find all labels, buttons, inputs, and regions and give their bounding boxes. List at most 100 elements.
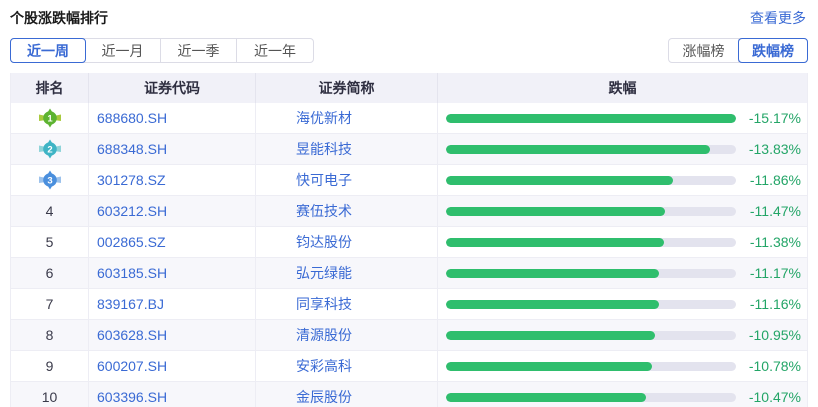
rank-medal-icon: 1 <box>38 108 62 128</box>
rank-number: 9 <box>46 358 54 374</box>
stock-code: 839167.BJ <box>89 289 256 319</box>
change-bar-track <box>446 114 736 123</box>
change-cell: -10.95% <box>438 320 807 350</box>
change-percent: -13.83% <box>736 141 801 157</box>
change-cell: -10.78% <box>438 351 807 381</box>
rank-cell: 1 8 <box>11 320 89 350</box>
stock-code: 603185.SH <box>89 258 256 288</box>
svg-text:2: 2 <box>47 144 52 155</box>
change-percent: -10.47% <box>736 389 801 405</box>
change-bar-track <box>446 362 736 371</box>
stock-code: 002865.SZ <box>89 227 256 257</box>
table-row[interactable]: 1 8 603628.SH 清源股份 -10.95% <box>11 320 807 351</box>
rank-cell: 2 <box>11 134 89 164</box>
change-cell: -11.16% <box>438 289 807 319</box>
header-rank: 排名 <box>11 73 89 103</box>
tab-last-month[interactable]: 近一月 <box>85 39 161 62</box>
tab-losers[interactable]: 跌幅榜 <box>738 38 808 63</box>
stock-name: 赛伍技术 <box>256 196 438 226</box>
change-percent: -11.38% <box>736 234 801 250</box>
change-bar-fill <box>446 238 664 247</box>
page-title: 个股涨跌幅排行 <box>10 8 108 28</box>
rank-cell: 1 6 <box>11 258 89 288</box>
change-percent: -10.95% <box>736 327 801 343</box>
rank-number: 8 <box>46 327 54 343</box>
tab-last-quarter[interactable]: 近一季 <box>161 39 237 62</box>
change-bar-fill <box>446 114 736 123</box>
stock-ranking-widget: 个股涨跌幅排行 查看更多 近一周 近一月 近一季 近一年 涨幅榜 跌幅榜 排名 … <box>0 0 818 407</box>
change-cell: -11.86% <box>438 165 807 195</box>
view-more-link[interactable]: 查看更多 <box>750 8 806 28</box>
change-bar-track <box>446 176 736 185</box>
rank-medal-icon: 2 <box>38 139 62 159</box>
change-bar-fill <box>446 362 652 371</box>
rank-cell: 1 7 <box>11 289 89 319</box>
stock-name: 清源股份 <box>256 320 438 350</box>
change-cell: -11.38% <box>438 227 807 257</box>
change-cell: -15.17% <box>438 103 807 133</box>
table-row[interactable]: 1 688680.SH 海优新材 -15.17% <box>11 103 807 134</box>
change-cell: -11.47% <box>438 196 807 226</box>
change-bar-fill <box>446 269 659 278</box>
filter-row: 近一周 近一月 近一季 近一年 涨幅榜 跌幅榜 <box>0 28 818 63</box>
table-row[interactable]: 1 4 603212.SH 赛伍技术 -11.47% <box>11 196 807 227</box>
rank-number: 6 <box>46 265 54 281</box>
change-percent: -15.17% <box>736 110 801 126</box>
rank-number: 4 <box>46 203 54 219</box>
table-header-row: 排名 证券代码 证券简称 跌幅 <box>11 73 807 103</box>
rank-cell: 1 <box>11 103 89 133</box>
change-percent: -11.16% <box>736 296 801 312</box>
rank-number: 5 <box>46 234 54 250</box>
stock-name: 安彩高科 <box>256 351 438 381</box>
table-row[interactable]: 2 688348.SH 昱能科技 -13.83% <box>11 134 807 165</box>
table-row[interactable]: 1 10 603396.SH 金辰股份 -10.47% <box>11 382 807 407</box>
stock-name: 弘元绿能 <box>256 258 438 288</box>
stock-name: 快可电子 <box>256 165 438 195</box>
table-row[interactable]: 3 301278.SZ 快可电子 -11.86% <box>11 165 807 196</box>
ranking-table: 排名 证券代码 证券简称 跌幅 1 688680.SH 海优新材 -15.17% <box>10 73 808 407</box>
change-percent: -11.47% <box>736 203 801 219</box>
change-bar-fill <box>446 145 710 154</box>
change-bar-track <box>446 331 736 340</box>
table-row[interactable]: 1 6 603185.SH 弘元绿能 -11.17% <box>11 258 807 289</box>
stock-code: 688680.SH <box>89 103 256 133</box>
header-code: 证券代码 <box>89 73 256 103</box>
change-bar-fill <box>446 207 665 216</box>
change-percent: -11.86% <box>736 172 801 188</box>
rank-number: 7 <box>46 296 54 312</box>
change-bar-track <box>446 238 736 247</box>
period-tab-group: 近一周 近一月 近一季 近一年 <box>10 38 314 63</box>
change-bar-fill <box>446 393 646 402</box>
change-cell: -13.83% <box>438 134 807 164</box>
widget-header: 个股涨跌幅排行 查看更多 <box>0 0 818 28</box>
stock-code: 603628.SH <box>89 320 256 350</box>
svg-text:3: 3 <box>47 175 52 186</box>
change-bar-fill <box>446 331 655 340</box>
rank-number: 10 <box>42 389 58 405</box>
table-row[interactable]: 1 9 600207.SH 安彩高科 -10.78% <box>11 351 807 382</box>
change-cell: -10.47% <box>438 382 807 407</box>
stock-code: 603396.SH <box>89 382 256 407</box>
change-percent: -10.78% <box>736 358 801 374</box>
change-bar-track <box>446 269 736 278</box>
table-row[interactable]: 1 7 839167.BJ 同享科技 -11.16% <box>11 289 807 320</box>
rank-cell: 1 9 <box>11 351 89 381</box>
rank-cell: 1 4 <box>11 196 89 226</box>
header-change: 跌幅 <box>438 73 807 103</box>
stock-code: 603212.SH <box>89 196 256 226</box>
change-cell: -11.17% <box>438 258 807 288</box>
change-bar-track <box>446 393 736 402</box>
rank-cell: 1 5 <box>11 227 89 257</box>
tab-gainers[interactable]: 涨幅榜 <box>669 39 739 62</box>
change-bar-track <box>446 207 736 216</box>
table-row[interactable]: 1 5 002865.SZ 钧达股份 -11.38% <box>11 227 807 258</box>
stock-name: 金辰股份 <box>256 382 438 407</box>
change-bar-track <box>446 145 736 154</box>
change-bar-fill <box>446 300 659 309</box>
change-percent: -11.17% <box>736 265 801 281</box>
tab-last-week[interactable]: 近一周 <box>10 38 86 63</box>
tab-last-year[interactable]: 近一年 <box>237 39 313 62</box>
stock-code: 600207.SH <box>89 351 256 381</box>
stock-code: 688348.SH <box>89 134 256 164</box>
change-bar-track <box>446 300 736 309</box>
